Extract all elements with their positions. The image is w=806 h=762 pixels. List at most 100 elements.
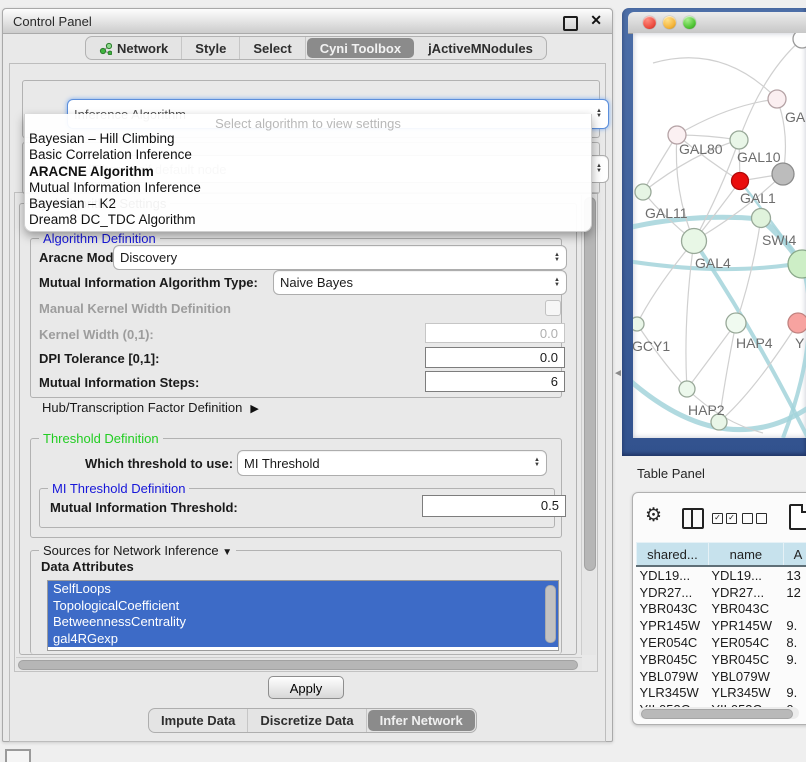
column-header-partial[interactable]: A xyxy=(783,543,806,567)
column-header-name[interactable]: name xyxy=(708,543,783,567)
table-cell[interactable]: YDR27... xyxy=(708,584,783,601)
close-window-icon[interactable] xyxy=(643,16,656,29)
scrollbar-thumb[interactable] xyxy=(584,197,596,571)
expand-right-icon[interactable]: ▶ xyxy=(250,403,258,415)
network-edge[interactable] xyxy=(677,99,777,135)
column-header-shared-name[interactable]: shared... xyxy=(637,543,709,567)
node-gal4[interactable] xyxy=(682,229,707,254)
table-cell[interactable]: YDR27... xyxy=(637,584,709,601)
zoom-window-icon[interactable] xyxy=(683,16,696,29)
table-cell[interactable]: YER054C xyxy=(708,634,783,651)
table-row[interactable]: YPR145WYPR145W9. xyxy=(637,617,806,634)
horizontal-scrollbar[interactable] xyxy=(16,657,582,670)
network-edge[interactable] xyxy=(686,241,694,389)
table-cell[interactable]: 13 xyxy=(783,566,806,584)
mi-threshold-field[interactable]: 0.5 xyxy=(422,495,566,517)
data-attributes-list[interactable]: SelfLoopsTopologicalCoefficientBetweenne… xyxy=(47,580,559,651)
table-cell[interactable]: YBR043C xyxy=(708,601,783,618)
minimized-panel-icon[interactable] xyxy=(5,749,31,762)
table-cell[interactable]: YBL079W xyxy=(637,668,709,685)
node-gal10[interactable] xyxy=(730,131,748,149)
network-window-titlebar[interactable] xyxy=(628,12,806,34)
hub-definition-toggle[interactable]: Hub/Transcription Factor Definition▶ xyxy=(42,400,259,415)
node-swi4[interactable] xyxy=(752,209,771,228)
tab-style[interactable]: Style xyxy=(182,37,240,59)
table-cell[interactable]: YPR145W xyxy=(637,617,709,634)
export-table-icon[interactable] xyxy=(789,504,806,530)
table-horizontal-scrollbar[interactable] xyxy=(639,707,799,719)
network-graph[interactable]: GALGAL80GAL10GAL1GAL11SWI4GAL4HAP4YGCY1H… xyxy=(633,33,806,438)
apply-button[interactable]: Apply xyxy=(268,676,344,699)
kernel-width-field[interactable]: 0.0 xyxy=(425,323,565,343)
table-cell[interactable]: YER054C xyxy=(637,634,709,651)
list-scrollbar-thumb[interactable] xyxy=(545,585,556,643)
data-attribute-item[interactable]: BetweennessCentrality xyxy=(48,614,558,631)
table-row[interactable]: YBR045CYBR045C9. xyxy=(637,651,806,668)
table-row[interactable]: YBR043CYBR043C xyxy=(637,601,806,618)
table-row[interactable]: YDR27...YDR27...12 xyxy=(637,584,806,601)
bottom-tab-impute-data[interactable]: Impute Data xyxy=(149,709,248,732)
table-cell[interactable]: YDL19... xyxy=(637,566,709,584)
which-threshold-combo[interactable]: MI Threshold ▲▼ xyxy=(237,450,547,476)
aracne-mode-combo[interactable]: Discovery ▲▼ xyxy=(113,245,567,270)
algorithm-option[interactable]: Dream8 DC_TDC Algorithm xyxy=(25,212,591,228)
table-row[interactable]: YBL079WYBL079W xyxy=(637,668,806,685)
data-attribute-item[interactable]: SelfLoops xyxy=(48,581,558,598)
table-row[interactable]: YLR345WYLR345W9. xyxy=(637,685,806,702)
scrollbar-thumb[interactable] xyxy=(18,660,578,670)
float-panel-icon[interactable] xyxy=(563,16,578,31)
table-cell[interactable]: YLR345W xyxy=(708,685,783,702)
table-cell[interactable]: 8. xyxy=(783,634,806,651)
network-edge[interactable] xyxy=(653,58,777,99)
node-big-green[interactable] xyxy=(788,250,806,278)
tab-select[interactable]: Select xyxy=(240,37,305,59)
select-all-checkboxes-icon[interactable]: ✓✓ xyxy=(712,513,737,524)
table-cell[interactable]: YPR145W xyxy=(708,617,783,634)
bottom-tab-infer-network[interactable]: Infer Network xyxy=(368,710,475,731)
node-gcy1[interactable] xyxy=(633,317,644,331)
tab-network[interactable]: Network xyxy=(86,37,182,59)
node-gal1[interactable] xyxy=(732,173,749,190)
table-cell[interactable]: 9. xyxy=(783,617,806,634)
table-cell[interactable]: YDL19... xyxy=(708,566,783,584)
node-hap2[interactable] xyxy=(679,381,695,397)
deselect-all-checkboxes-icon[interactable] xyxy=(742,513,767,524)
column-layout-icon[interactable] xyxy=(682,508,704,529)
minimize-window-icon[interactable] xyxy=(663,16,676,29)
node-gray[interactable] xyxy=(772,163,794,185)
node-hap4[interactable] xyxy=(726,313,746,333)
tab-cyni-toolbox[interactable]: Cyni Toolbox xyxy=(307,38,414,58)
table-cell[interactable]: YBR045C xyxy=(637,651,709,668)
scrollbar-thumb[interactable] xyxy=(641,709,793,719)
table-cell[interactable]: YBR045C xyxy=(708,651,783,668)
node-pink-top[interactable] xyxy=(768,90,786,108)
table-cell[interactable]: 9. xyxy=(783,685,806,702)
table-cell[interactable]: 9. xyxy=(783,651,806,668)
network-canvas[interactable]: GALGAL80GAL10GAL1GAL11SWI4GAL4HAP4YGCY1H… xyxy=(633,33,806,438)
sources-toggle[interactable]: Sources for Network Inference ▼ xyxy=(39,543,236,558)
table-cell[interactable]: 12 xyxy=(783,584,806,601)
algorithm-option[interactable]: Basic Correlation Inference xyxy=(25,147,591,163)
network-edge[interactable] xyxy=(643,135,677,192)
mi-algorithm-type-combo[interactable]: Naive Bayes ▲▼ xyxy=(273,270,567,295)
close-panel-icon[interactable]: ✕ xyxy=(590,12,602,29)
network-edge[interactable] xyxy=(637,241,694,324)
table-settings-gear-icon[interactable]: ⚙ xyxy=(645,506,662,525)
table-cell[interactable]: YBR043C xyxy=(637,601,709,618)
table-row[interactable]: YDL19...YDL19...13 xyxy=(637,566,806,584)
node-salmon[interactable] xyxy=(788,313,806,333)
table-cell[interactable]: YLR345W xyxy=(637,685,709,702)
tab-jactivemnodules[interactable]: jActiveMNodules xyxy=(415,37,546,59)
dpi-tolerance-field[interactable]: 0.0 xyxy=(425,347,565,368)
table-cell[interactable]: YBL079W xyxy=(708,668,783,685)
vertical-scrollbar[interactable] xyxy=(581,195,596,655)
algorithm-option[interactable]: Bayesian – Hill Climbing xyxy=(25,131,591,147)
table-cell[interactable] xyxy=(783,601,806,618)
algorithm-option[interactable]: Bayesian – K2 xyxy=(25,196,591,212)
data-attribute-item[interactable]: TopologicalCoefficient xyxy=(48,598,558,615)
expand-down-icon[interactable]: ▼ xyxy=(222,547,232,558)
manual-kernel-width-checkbox[interactable] xyxy=(545,300,561,316)
network-edge[interactable] xyxy=(637,324,687,389)
table-cell[interactable] xyxy=(783,668,806,685)
node-left-green[interactable] xyxy=(635,184,651,200)
